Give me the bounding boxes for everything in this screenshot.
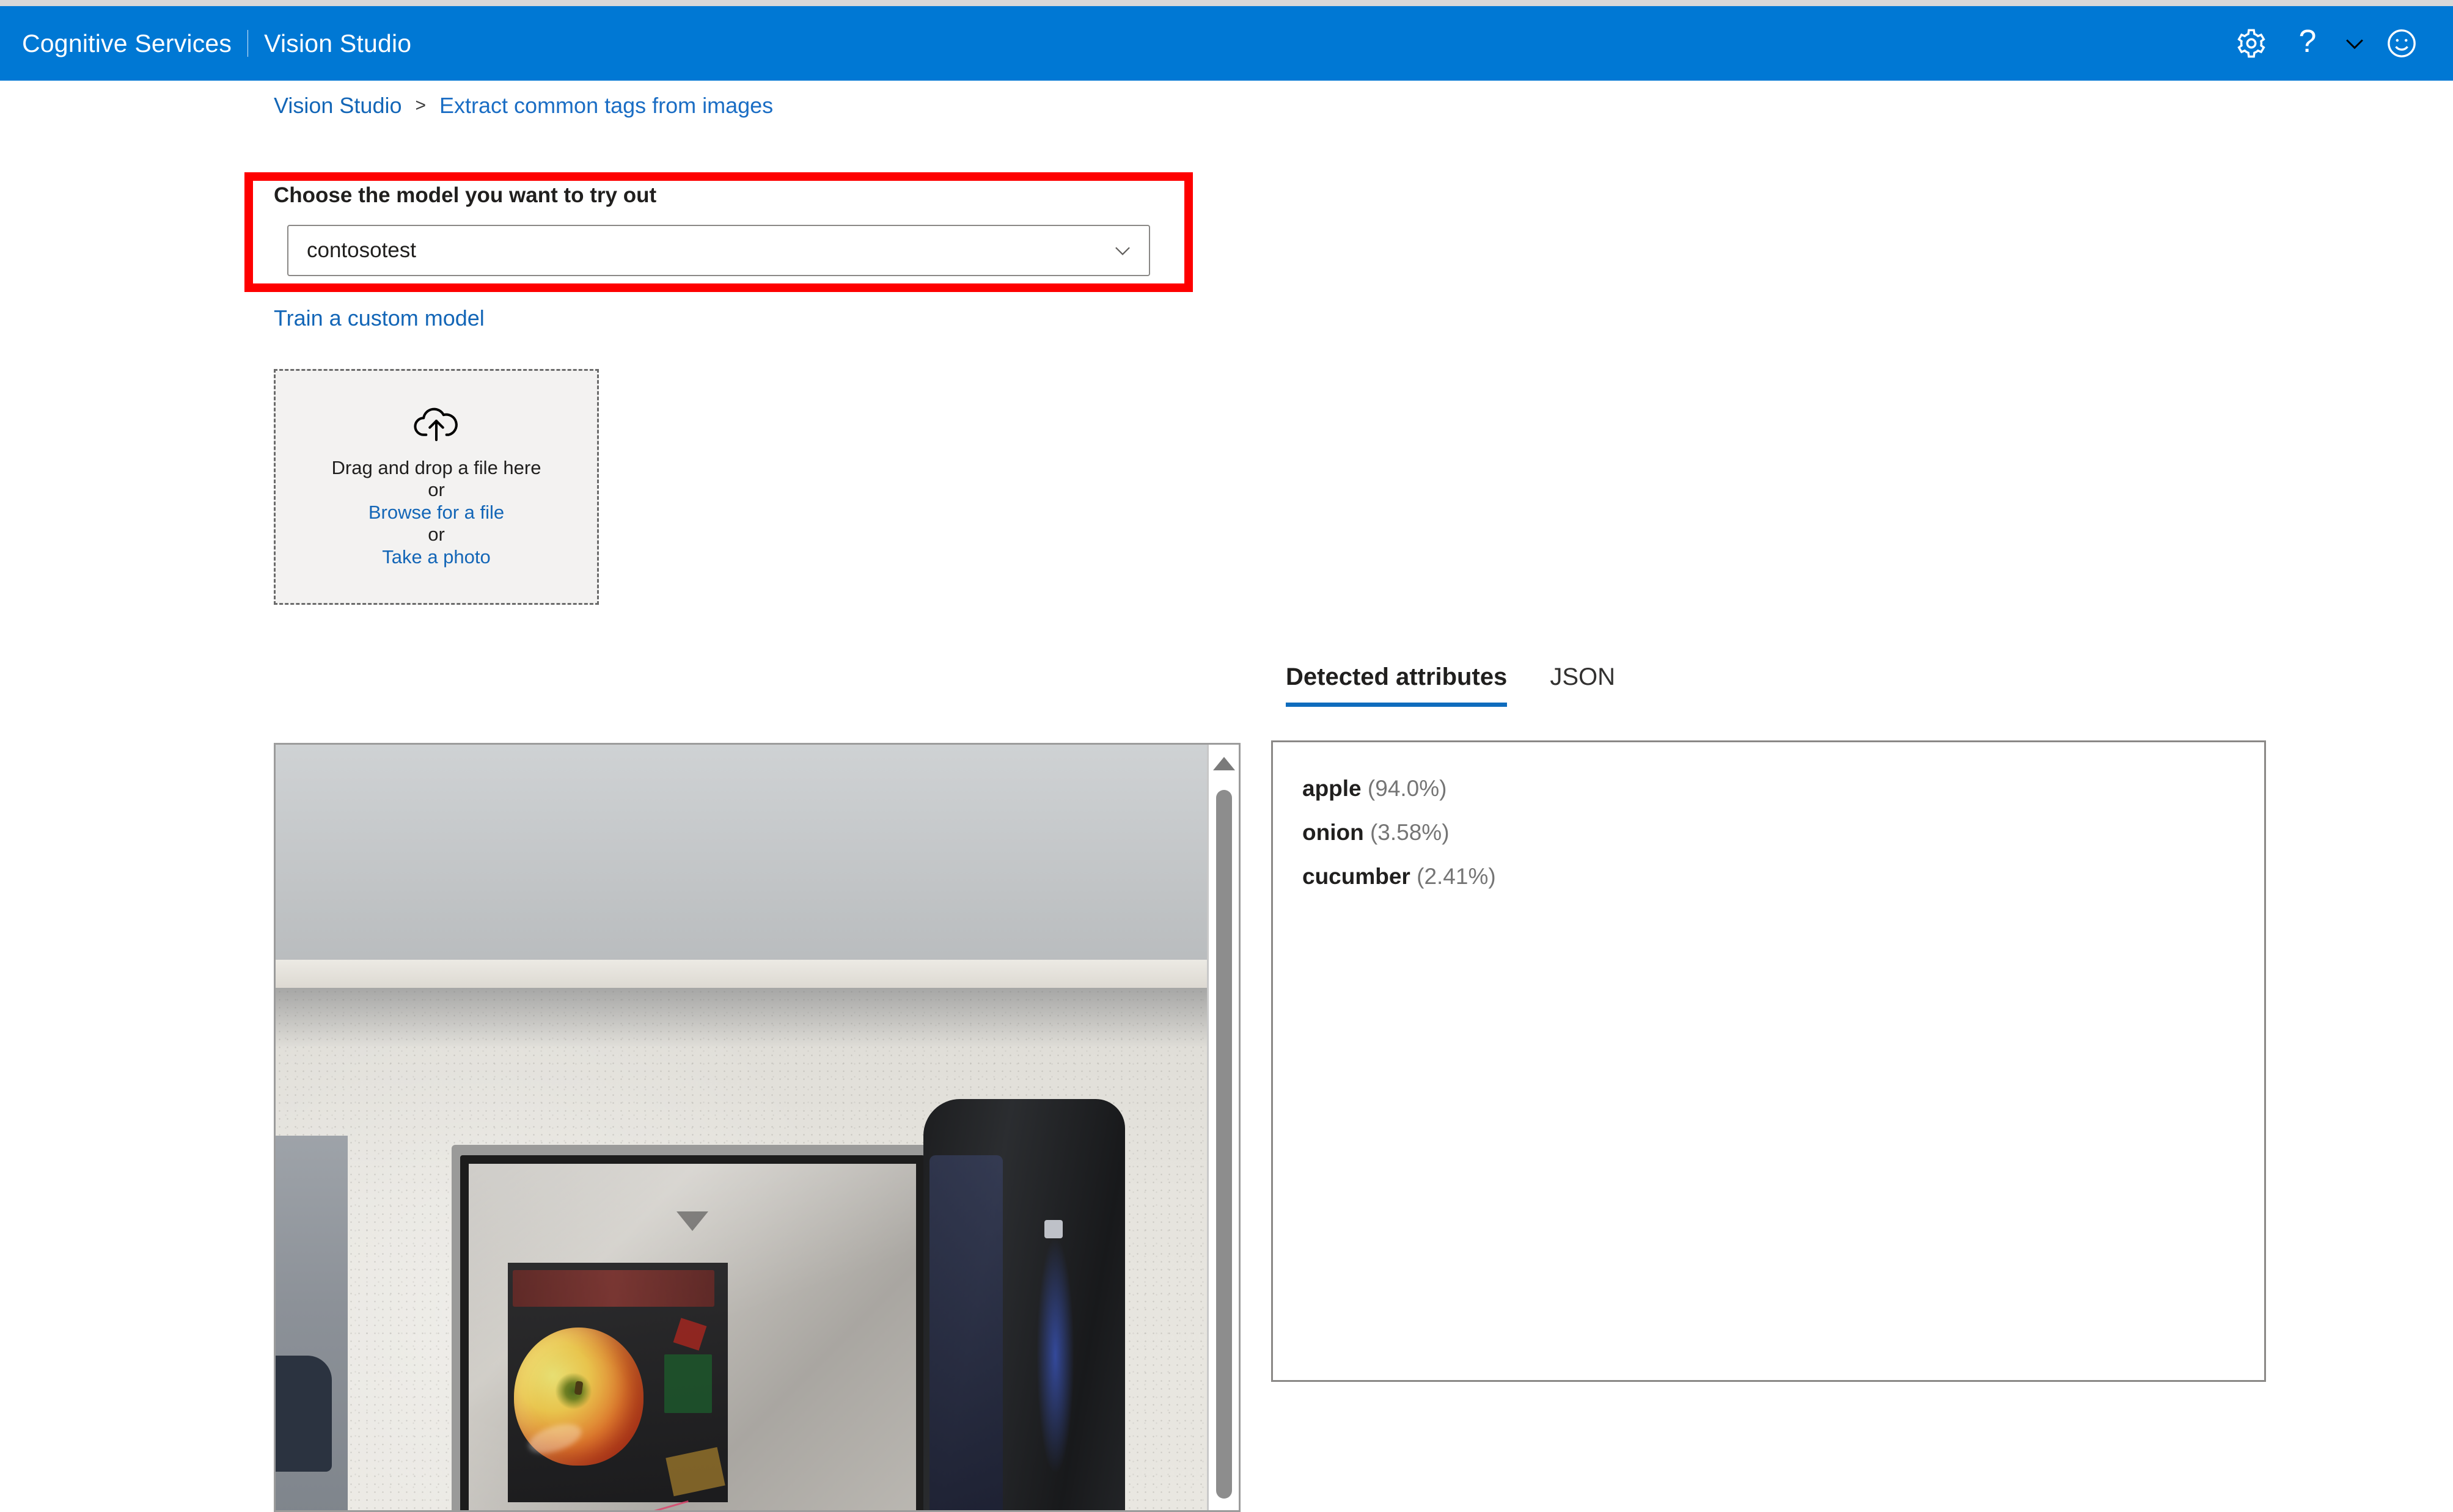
photo-ceiling [276,745,1209,965]
uploaded-photo [276,745,1209,1510]
breadcrumb-current-link[interactable]: Extract common tags from images [439,93,773,119]
smiley-icon[interactable] [2374,15,2430,71]
file-dropzone[interactable]: Drag and drop a file here or Browse for … [274,369,599,605]
photo-apple-stem [574,1381,584,1396]
dropzone-primary-text: Drag and drop a file here [331,456,541,478]
model-section-label: Choose the model you want to try out [274,183,657,207]
attribute-confidence: (94.0%) [1367,776,1447,801]
attribute-name: onion [1302,820,1364,845]
breadcrumb-root-link[interactable]: Vision Studio [274,93,402,119]
attribute-row: onion (3.58%) [1302,811,2264,855]
model-dropdown[interactable]: contosotest [287,225,1150,276]
window-top-strip [0,0,2453,6]
attribute-row: cucumber (2.41%) [1302,855,2264,899]
dropzone-or-1: or [428,479,445,501]
help-menu[interactable]: ? [2279,15,2374,71]
photo-head-blue-glow [1037,1240,1074,1472]
train-custom-model-link[interactable]: Train a custom model [274,305,485,331]
photo-scanner-head [923,1099,1125,1510]
take-a-photo-link[interactable]: Take a photo [382,546,491,569]
brand-product: Cognitive Services [22,29,232,57]
photo-shadow [276,988,1209,1046]
photo-glass-gold-item [666,1447,725,1497]
attribute-name: cucumber [1302,864,1410,889]
header-actions: ? [2223,15,2453,71]
attribute-row: apple (94.0%) [1302,767,2264,811]
question-mark-icon[interactable]: ? [2279,15,2336,71]
breadcrumb: Vision Studio > Extract common tags from… [274,93,773,119]
chevron-down-icon[interactable] [2336,15,2374,71]
breadcrumb-separator: > [415,95,427,115]
scrollbar-thumb[interactable] [1216,790,1232,1499]
photo-apple [514,1328,644,1466]
photo-head-indicator-top [1044,1220,1063,1238]
browse-for-file-link[interactable]: Browse for a file [369,502,504,524]
photo-triangle-marker-top [676,1211,708,1231]
photo-glass-green-item [664,1354,712,1413]
attribute-confidence: (2.41%) [1417,864,1496,889]
attribute-confidence: (3.58%) [1370,820,1450,845]
photo-glass-red-item [673,1318,707,1351]
tab-json[interactable]: JSON [1550,663,1615,707]
gear-icon[interactable] [2223,15,2279,71]
results-tabs: Detected attributes JSON [1286,663,1658,707]
cloud-upload-icon [413,406,460,444]
model-dropdown-value: contosotest [307,238,416,262]
triangle-up-icon[interactable] [1212,757,1235,770]
tab-detected-attributes[interactable]: Detected attributes [1286,663,1508,707]
photo-scanner-glass [508,1263,728,1502]
app-header: Cognitive Services Vision Studio ? [0,6,2453,81]
help-glyph: ? [2298,24,2317,59]
photo-glass-sticker [513,1270,714,1307]
photo-head-glass [930,1155,1003,1510]
chevron-down-icon [1111,239,1134,262]
image-preview-panel [274,743,1241,1512]
detected-attributes-panel: apple (94.0%) onion (3.58%) cucumber (2.… [1271,740,2266,1382]
dropzone-or-2: or [428,524,445,546]
image-preview-scrollbar[interactable] [1207,745,1239,1510]
brand-app: Vision Studio [264,29,412,57]
photo-person-leg [276,1356,332,1472]
photo-apple-highlight [525,1419,585,1459]
photo-ledge [276,960,1209,988]
attribute-name: apple [1302,776,1362,801]
brand-area[interactable]: Cognitive Services Vision Studio [0,29,411,58]
